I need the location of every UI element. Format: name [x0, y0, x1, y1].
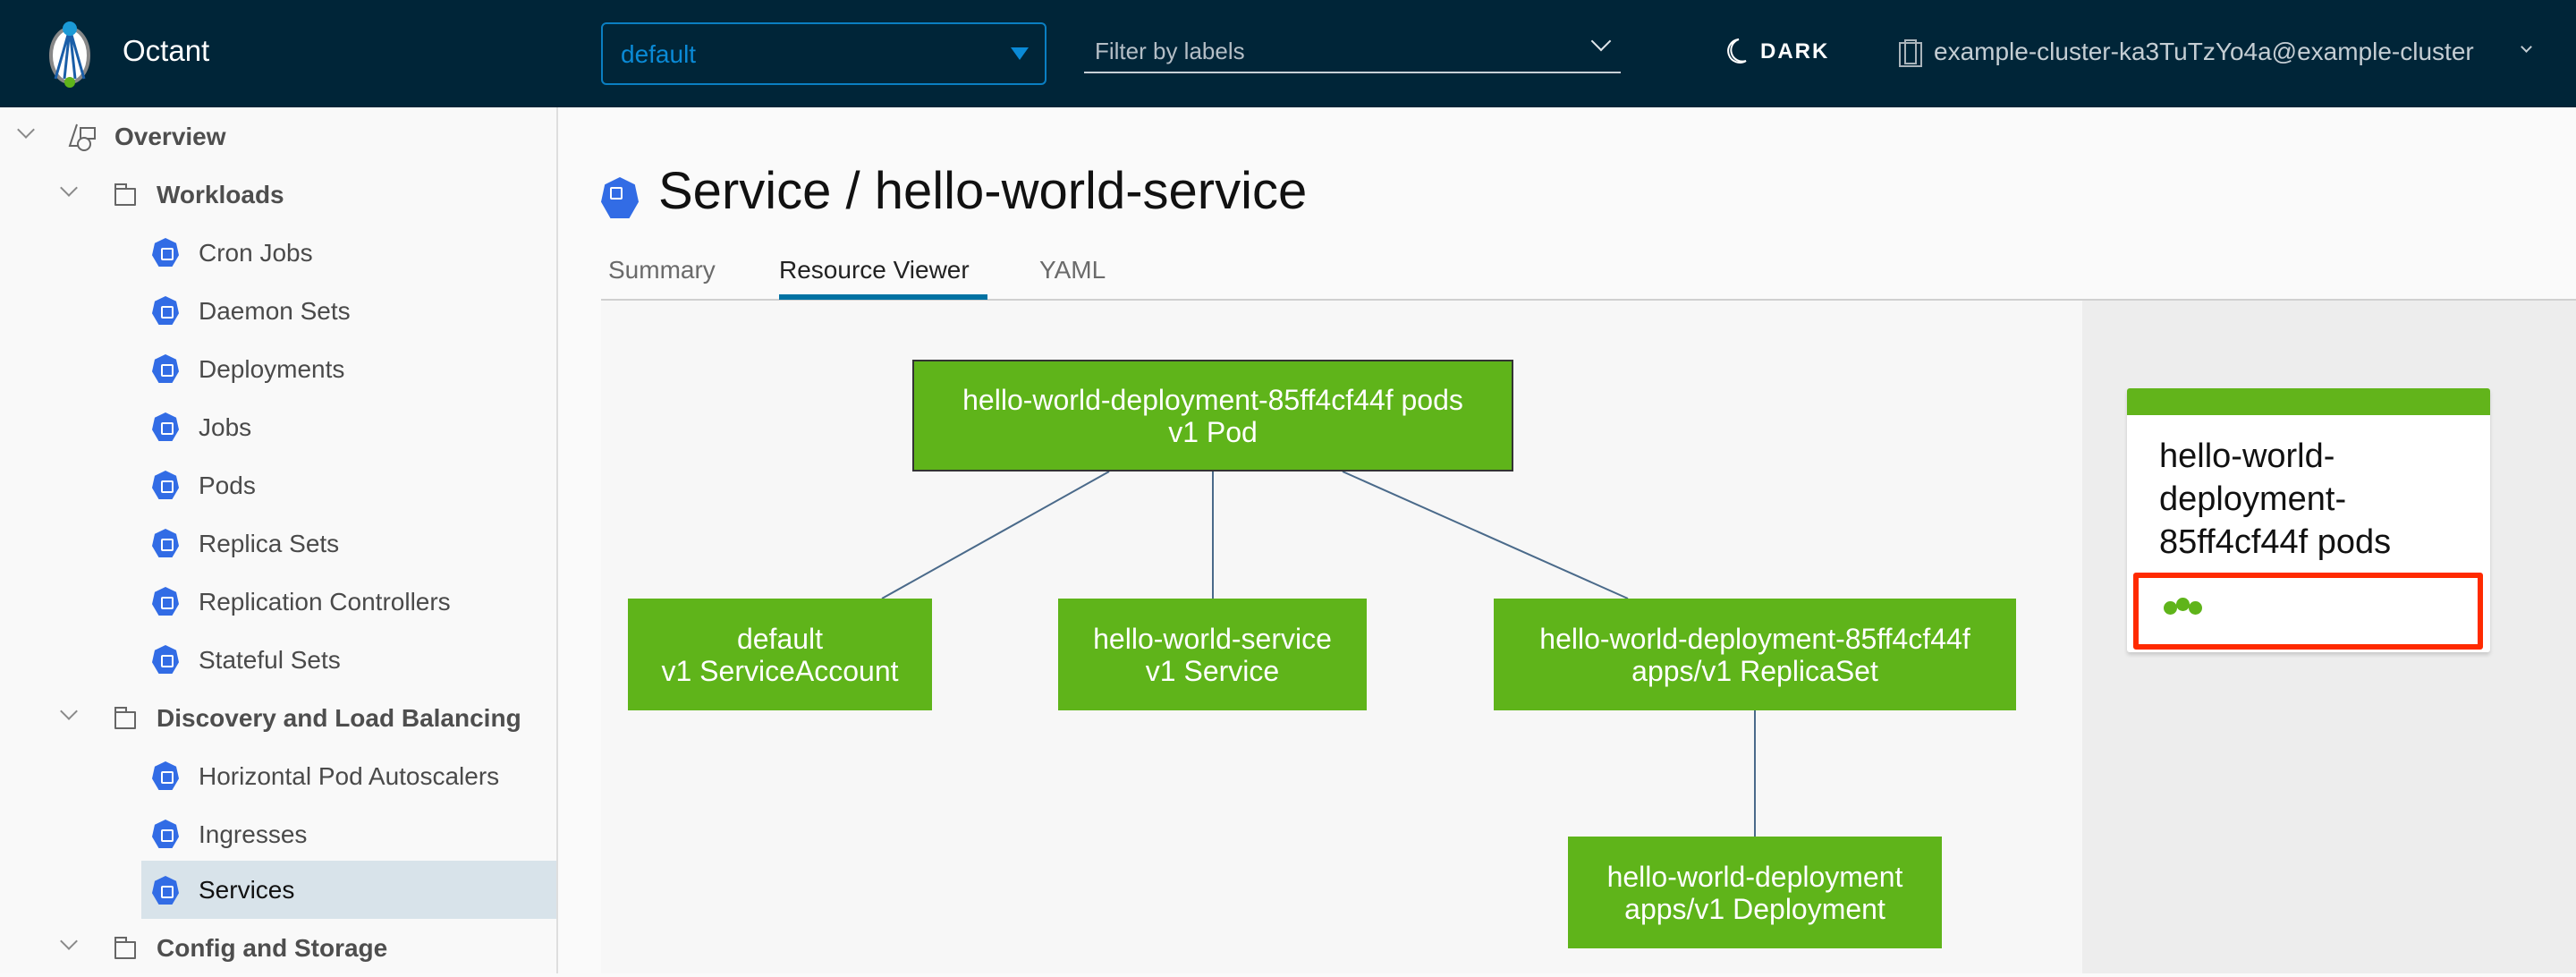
sidebar-item-ingresses[interactable]: Ingresses: [0, 805, 556, 863]
node-kind: v1 Service: [1145, 654, 1280, 687]
chevron-down-icon[interactable]: [17, 121, 35, 139]
active-tab-indicator: [779, 294, 987, 300]
app-name[interactable]: Octant: [123, 34, 209, 68]
sidebar-label: Jobs: [199, 412, 252, 441]
sidebar-label: Cron Jobs: [199, 238, 313, 267]
graph-node-replicaset[interactable]: hello-world-deployment-85ff4cf44f apps/v1…: [1494, 599, 2016, 710]
replication-controller-icon: [152, 587, 179, 616]
deployment-icon: [152, 354, 179, 383]
sidebar: Overview Workloads Cron Jobs Daemon Sets…: [0, 107, 558, 973]
sidebar-item-replica-sets[interactable]: Replica Sets: [0, 514, 556, 573]
sidebar-label: Deployments: [199, 354, 345, 383]
chevron-down-icon: [2521, 41, 2532, 53]
node-name: hello-world-deployment: [1606, 860, 1903, 893]
edge-pod-replicaset: [1342, 471, 1629, 599]
service-icon: [152, 876, 179, 905]
sidebar-item-hpa[interactable]: Horizontal Pod Autoscalers: [0, 747, 556, 805]
graph-node-service[interactable]: hello-world-service v1 Service: [1058, 599, 1367, 710]
card-title: hello-world-deployment-85ff4cf44f pods: [2159, 438, 2392, 561]
tab-resource-viewer[interactable]: Resource Viewer: [779, 256, 970, 285]
cronjob-icon: [152, 238, 179, 267]
cluster-context-select[interactable]: example-cluster-ka3TuTzYo4a@example-clus…: [1898, 36, 2560, 72]
folder-icon: [114, 707, 136, 729]
sidebar-group-config-storage[interactable]: Config and Storage: [0, 919, 556, 977]
pod-status-highlight: [2133, 573, 2483, 650]
sidebar-item-pods[interactable]: Pods: [0, 456, 556, 514]
sidebar-label: Replication Controllers: [199, 587, 451, 616]
node-name: hello-world-deployment-85ff4cf44f: [1539, 622, 1970, 655]
cluster-icon: [1899, 39, 1922, 67]
hpa-icon: [152, 761, 179, 790]
chevron-down-icon[interactable]: [60, 932, 78, 950]
edge-pod-serviceaccount: [881, 471, 1110, 599]
sidebar-item-replication-controllers[interactable]: Replication Controllers: [0, 573, 556, 631]
statefulset-icon: [152, 645, 179, 674]
sidebar-item-stateful-sets[interactable]: Stateful Sets: [0, 631, 556, 689]
sidebar-label: Stateful Sets: [199, 645, 341, 674]
sidebar-label: Workloads: [157, 180, 284, 208]
resource-graph[interactable]: hello-world-deployment-85ff4cf44f pods v1…: [601, 301, 2082, 973]
page-title: Service / hello-world-service: [658, 162, 1308, 220]
job-icon: [152, 412, 179, 441]
namespace-select[interactable]: default: [601, 22, 1046, 85]
graph-node-pod[interactable]: hello-world-deployment-85ff4cf44f pods v1…: [912, 360, 1513, 472]
sidebar-item-services[interactable]: Services: [141, 861, 556, 919]
tab-yaml[interactable]: YAML: [1039, 256, 1106, 285]
ingress-icon: [152, 820, 179, 848]
node-kind: v1 Pod: [1168, 415, 1258, 448]
sidebar-label: Config and Storage: [157, 933, 388, 962]
label-filter-input[interactable]: Filter by labels: [1084, 30, 1621, 73]
theme-toggle[interactable]: DARK: [1726, 36, 1869, 72]
sidebar-label: Pods: [199, 471, 256, 499]
filter-placeholder: Filter by labels: [1095, 38, 1245, 64]
sidebar-item-overview[interactable]: Overview: [0, 107, 556, 166]
daemonset-icon: [152, 296, 179, 325]
sidebar-item-cron-jobs[interactable]: Cron Jobs: [0, 224, 556, 282]
pod-status-icon[interactable]: [2176, 598, 2190, 611]
node-name: default: [736, 622, 824, 655]
theme-label: DARK: [1760, 39, 1830, 64]
caret-down-icon: [1011, 47, 1029, 60]
node-kind: apps/v1 Deployment: [1624, 892, 1885, 925]
octant-logo-icon: [49, 21, 90, 88]
node-name: hello-world-service: [1093, 622, 1332, 655]
tab-summary[interactable]: Summary: [608, 256, 716, 285]
namespace-value: default: [621, 40, 697, 68]
replicaset-icon: [152, 529, 179, 557]
sidebar-group-workloads[interactable]: Workloads: [0, 166, 556, 224]
node-kind: apps/v1 ReplicaSet: [1631, 654, 1878, 687]
node-kind: v1 ServiceAccount: [661, 654, 899, 687]
graph-node-serviceaccount[interactable]: default v1 ServiceAccount: [628, 599, 932, 710]
pod-status-icon[interactable]: [2189, 601, 2202, 615]
sidebar-item-jobs[interactable]: Jobs: [0, 398, 556, 456]
sidebar-group-discovery[interactable]: Discovery and Load Balancing: [0, 689, 556, 747]
sidebar-label: Horizontal Pod Autoscalers: [199, 761, 500, 790]
sidebar-label: Replica Sets: [199, 529, 340, 557]
pod-icon: [152, 471, 179, 499]
sidebar-label: Discovery and Load Balancing: [157, 703, 521, 732]
service-icon: [601, 177, 639, 218]
folder-icon: [114, 937, 136, 959]
node-name: hello-world-deployment-85ff4cf44f pods: [962, 383, 1463, 416]
chevron-down-icon[interactable]: [60, 179, 78, 197]
sidebar-label: Ingresses: [199, 820, 308, 848]
sidebar-label: Services: [199, 875, 295, 904]
chevron-down-icon: [1590, 30, 1612, 52]
folder-icon: [114, 183, 136, 206]
sidebar-item-deployments[interactable]: Deployments: [0, 340, 556, 398]
sidebar-item-daemon-sets[interactable]: Daemon Sets: [0, 282, 556, 340]
pod-status-icon[interactable]: [2164, 601, 2177, 615]
sidebar-label: Overview: [114, 122, 226, 150]
cluster-name: example-cluster-ka3TuTzYo4a@example-clus…: [1934, 38, 2474, 65]
chevron-down-icon[interactable]: [60, 702, 78, 720]
moon-icon: [1727, 38, 1747, 64]
sidebar-label: Daemon Sets: [199, 296, 351, 325]
graph-node-deployment[interactable]: hello-world-deployment apps/v1 Deployment: [1568, 837, 1942, 948]
top-header: Octant default Filter by labels DARK exa…: [0, 0, 2576, 107]
status-bar: [2127, 388, 2490, 415]
overview-icon: [68, 123, 96, 151]
